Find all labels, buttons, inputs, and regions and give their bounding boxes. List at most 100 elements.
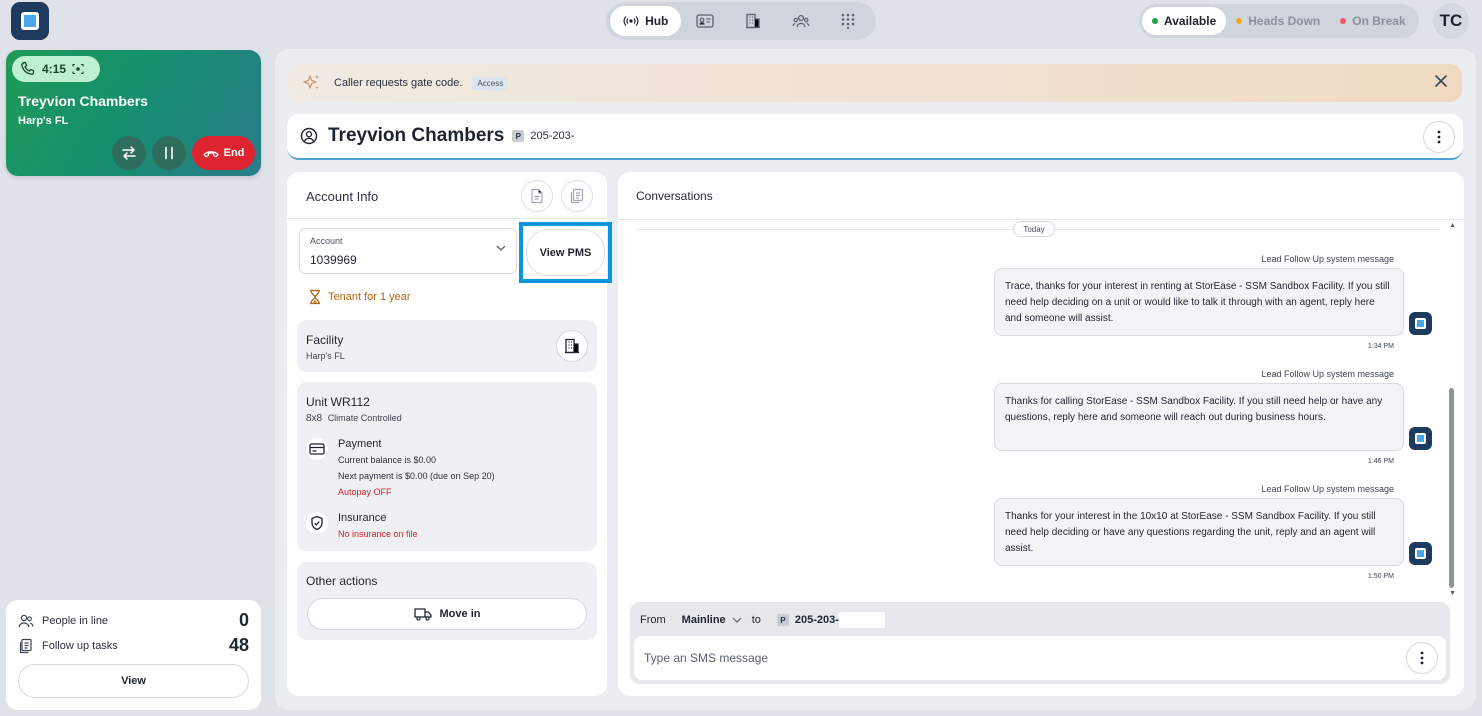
close-notification-button[interactable] xyxy=(1434,74,1448,88)
from-line-value: Mainline xyxy=(681,614,726,626)
view-pms-button[interactable]: View PMS xyxy=(526,229,605,276)
logo-mark-icon xyxy=(21,12,39,30)
payment-section: Payment Current balance is $0.00 Next pa… xyxy=(306,436,495,500)
message-3-bubble: Thanks for your interest in the 10x10 at… xyxy=(994,498,1404,566)
payment-next: Next payment is $0.00 (due on Sep 20) xyxy=(338,471,495,481)
queue-stats-card: People in line 0 Follow up tasks 48 View xyxy=(6,600,261,710)
id-card-icon xyxy=(696,14,714,28)
close-icon xyxy=(1435,75,1447,87)
phone-icon xyxy=(21,61,35,75)
message-3-bot-avatar xyxy=(1409,542,1432,565)
status-heads-down[interactable]: Heads Down xyxy=(1226,7,1330,35)
notification-banner: Caller requests gate code. Access xyxy=(288,64,1462,102)
status-available[interactable]: Available xyxy=(1142,7,1227,35)
active-call-card: 4:15 Treyvion Chambers Harp's FL End xyxy=(6,50,261,176)
unit-type: Climate Controlled xyxy=(327,413,402,423)
message-3-system-label: Lead Follow Up system message xyxy=(1261,484,1394,494)
status-on-break[interactable]: On Break xyxy=(1330,7,1415,35)
app-logo[interactable] xyxy=(11,2,49,40)
end-call-label: End xyxy=(223,147,245,159)
tab-hub-label: Hub xyxy=(645,14,669,28)
account-info-panel: Account Info Account 1039969 View PMS Te… xyxy=(287,172,612,696)
tasks-icon xyxy=(19,638,32,653)
message-1-bubble: Trace, thanks for your interest in renti… xyxy=(994,268,1404,336)
notification-text: Caller requests gate code. xyxy=(334,77,463,89)
hangup-icon xyxy=(202,151,219,158)
transfer-icon xyxy=(122,146,136,160)
tab-team[interactable] xyxy=(777,6,825,36)
caller-name: Treyvion Chambers xyxy=(18,93,148,109)
user-circle-icon xyxy=(300,127,318,145)
bot-logo-icon xyxy=(1415,548,1426,559)
conversations-panel: Conversations Today Lead Follow Up syste… xyxy=(618,172,1464,696)
message-2-system-label: Lead Follow Up system message xyxy=(1261,369,1394,379)
unit-size: 8x8 xyxy=(306,413,323,424)
insurance-status: No insurance on file xyxy=(338,529,418,539)
chevron-down-icon xyxy=(496,245,506,251)
move-in-button[interactable]: Move in xyxy=(307,598,587,630)
facility-title: Facility xyxy=(306,333,344,347)
people-in-line-row: People in line 0 xyxy=(18,610,249,631)
unit-details: 8x8 Climate Controlled xyxy=(306,413,402,424)
shield-check-icon xyxy=(306,512,328,534)
other-actions-card: Other actions Move in xyxy=(297,562,597,640)
hold-button[interactable] xyxy=(152,136,186,170)
tab-facilities[interactable] xyxy=(729,6,777,36)
view-queue-button[interactable]: View xyxy=(18,664,249,698)
message-3-time: 1:50 PM xyxy=(1367,573,1394,580)
scroll-down-arrow[interactable]: ▼ xyxy=(1449,590,1456,597)
unit-title: Unit WR112 xyxy=(306,395,370,409)
move-in-label: Move in xyxy=(439,608,481,620)
clipboard-icon xyxy=(570,188,584,204)
other-actions-title: Other actions xyxy=(306,574,378,588)
message-2-bubble: Thanks for calling StorEase - SSM Sandbo… xyxy=(994,383,1404,451)
call-timer: 4:15 xyxy=(12,56,100,82)
message-2-time: 1:46 PM xyxy=(1367,458,1394,465)
sparkle-icon xyxy=(303,75,319,89)
account-actions xyxy=(521,180,593,212)
sms-message-input[interactable] xyxy=(634,636,1446,680)
chevron-down-icon xyxy=(732,617,742,623)
status-heads-down-label: Heads Down xyxy=(1248,14,1321,28)
more-vertical-icon xyxy=(1420,651,1424,665)
top-nav: Hub xyxy=(606,2,876,40)
facility-details-button[interactable] xyxy=(556,330,588,362)
customer-menu-button[interactable] xyxy=(1423,121,1455,153)
tab-hub[interactable]: Hub xyxy=(610,6,682,36)
composer-menu-button[interactable] xyxy=(1406,642,1438,674)
view-pms-highlight: View PMS xyxy=(519,222,612,283)
customer-phone[interactable]: 205-203- xyxy=(530,130,574,142)
tab-dialpad[interactable] xyxy=(824,6,872,36)
dialpad-icon xyxy=(841,13,855,29)
insurance-section: Insurance No insurance on file xyxy=(306,510,418,542)
people-icon xyxy=(18,614,34,627)
scroll-up-arrow[interactable]: ▲ xyxy=(1449,222,1456,229)
card-icon xyxy=(306,438,328,460)
tab-contacts[interactable] xyxy=(681,6,729,36)
truck-icon xyxy=(413,608,432,621)
document-button[interactable] xyxy=(521,180,553,212)
end-call-button[interactable]: End xyxy=(192,136,255,170)
account-select[interactable]: Account 1039969 xyxy=(299,228,517,274)
scrollbar-thumb[interactable] xyxy=(1449,388,1454,588)
building-icon xyxy=(565,338,579,354)
broadcast-icon xyxy=(623,16,639,26)
date-divider: Today xyxy=(1013,221,1055,237)
to-phone-value: 205-203- xyxy=(794,614,839,626)
customer-name: Treyvion Chambers xyxy=(328,125,505,146)
on-break-dot-icon xyxy=(1340,18,1347,24)
user-avatar[interactable]: TC xyxy=(1433,3,1469,39)
tenant-duration-text: Tenant for 1 year xyxy=(328,291,411,303)
call-timer-value: 4:15 xyxy=(42,62,67,76)
message-1-bot-avatar xyxy=(1409,312,1432,335)
caller-facility: Harp's FL xyxy=(18,115,69,127)
clipboard-button[interactable] xyxy=(561,180,593,212)
message-1-system-label: Lead Follow Up system message xyxy=(1261,254,1394,264)
payment-balance: Current balance is $0.00 xyxy=(338,455,437,465)
follow-up-tasks-label: Follow up tasks xyxy=(42,639,118,652)
people-in-line-count: 0 xyxy=(238,610,249,630)
heads-down-dot-icon xyxy=(1236,18,1243,24)
from-line-select[interactable]: Mainline xyxy=(682,614,742,626)
to-label: to xyxy=(751,614,761,626)
transfer-button[interactable] xyxy=(112,136,146,170)
